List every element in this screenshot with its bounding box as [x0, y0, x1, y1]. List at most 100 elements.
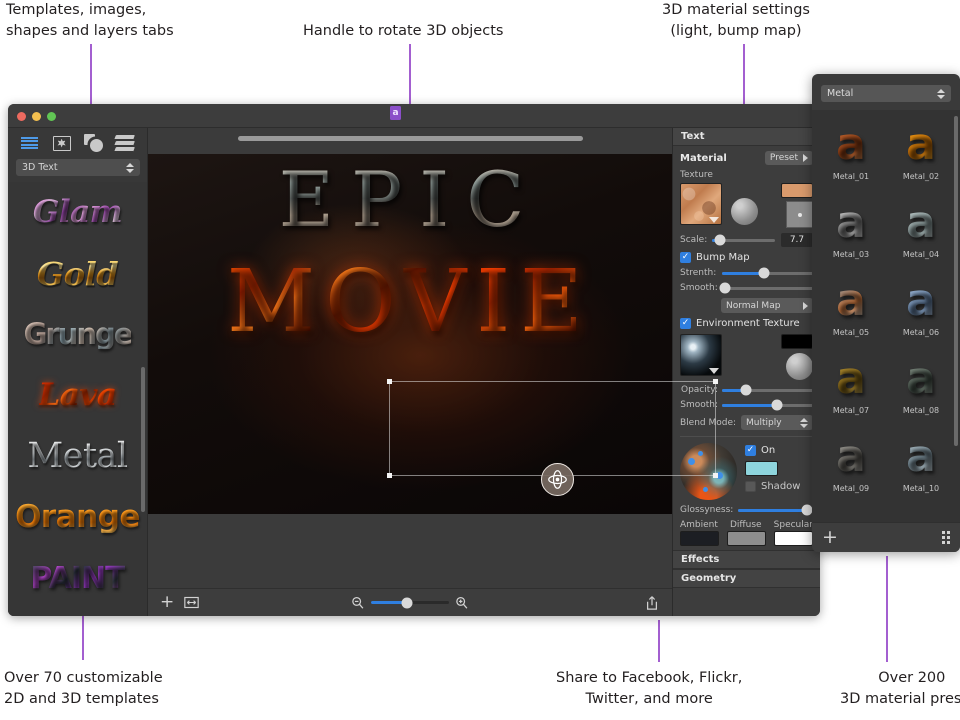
template-list[interactable]: Glam Gold Grunge Lava Metal Orange PAINT: [8, 182, 147, 616]
env-smooth-slider[interactable]: [722, 404, 813, 407]
add-object-button[interactable]: +: [160, 594, 174, 611]
sidebar-item-shapes[interactable]: [81, 133, 105, 153]
inspector-panel: Text Material Preset Texture: [672, 128, 820, 616]
callout-presets: Over 200 3D material presets: [840, 668, 960, 710]
leader-line-tabs: [90, 44, 92, 104]
environment-color-swatch[interactable]: [781, 334, 813, 349]
scale-slider[interactable]: [712, 239, 775, 242]
environment-sphere-preview[interactable]: [786, 353, 813, 380]
text-object-epic[interactable]: EPIC: [279, 162, 542, 238]
environment-thumbnail[interactable]: [680, 334, 722, 376]
sidebar-item-images[interactable]: [50, 133, 74, 153]
blend-mode-dropdown[interactable]: Multiply: [741, 415, 813, 430]
material-preset-item[interactable]: a Metal_06: [887, 272, 955, 349]
material-preset-item[interactable]: a Metal_10: [887, 428, 955, 505]
section-effects[interactable]: Effects: [673, 550, 820, 569]
light-on-checkbox[interactable]: [745, 445, 756, 456]
maximize-window-button[interactable]: [47, 112, 56, 121]
list-item[interactable]: Metal: [8, 426, 147, 487]
material-preset-item[interactable]: a: [817, 506, 885, 522]
material-preset-item[interactable]: a Metal_03: [817, 194, 885, 271]
rotate-3d-icon[interactable]: [541, 463, 574, 496]
list-item[interactable]: Lava: [8, 365, 147, 426]
resize-handle-top-left[interactable]: [387, 379, 392, 384]
preset-label: Metal_07: [833, 406, 869, 415]
specular-color-swatch[interactable]: [774, 531, 813, 546]
zoom-in-icon[interactable]: [455, 596, 469, 610]
bump-map-checkbox[interactable]: [680, 252, 691, 263]
material-preset-button[interactable]: Preset: [765, 151, 813, 165]
zoom-slider[interactable]: [371, 601, 449, 604]
light-color-swatch[interactable]: [745, 461, 778, 476]
texture-label: Texture: [680, 170, 713, 180]
texture-menu-icon[interactable]: [709, 217, 719, 223]
sidebar-item-templates[interactable]: [18, 133, 42, 153]
document-proxy-icon[interactable]: a: [390, 106, 401, 120]
material-preset-item[interactable]: a Metal_01: [817, 116, 885, 193]
blend-mode-value: Multiply: [746, 418, 800, 428]
texture-color-swatch[interactable]: [781, 183, 813, 198]
opacity-slider[interactable]: [722, 389, 813, 392]
glossyness-slider[interactable]: [738, 509, 813, 512]
light-on-label: On: [761, 445, 775, 456]
material-header: Material: [680, 153, 727, 164]
normal-map-label: Normal Map: [726, 301, 803, 311]
preset-thumbnail: a: [836, 116, 866, 174]
preset-label: Metal_03: [833, 250, 869, 259]
template-category-dropdown[interactable]: 3D Text: [16, 159, 140, 176]
close-window-button[interactable]: [17, 112, 26, 121]
environment-texture-checkbox[interactable]: [680, 318, 691, 329]
bump-smooth-slider[interactable]: [722, 287, 813, 290]
section-geometry[interactable]: Geometry: [673, 569, 820, 588]
normal-map-button[interactable]: Normal Map: [721, 298, 813, 313]
sidebar-item-layers[interactable]: [113, 133, 137, 153]
resize-handle-bottom-right[interactable]: [713, 473, 718, 478]
list-item[interactable]: Glam: [8, 182, 147, 243]
preset-category-dropdown[interactable]: Metal: [821, 85, 951, 102]
presets-scrollbar[interactable]: [954, 116, 958, 446]
material-preset-item[interactable]: a: [887, 506, 955, 522]
light-handle[interactable]: [703, 487, 708, 492]
scale-value[interactable]: 7.7: [781, 233, 813, 247]
zoom-slider-knob[interactable]: [401, 597, 412, 608]
template-label: Metal: [27, 439, 127, 474]
canvas-horizontal-scrollbar[interactable]: [238, 136, 583, 141]
material-preset-item[interactable]: a Metal_07: [817, 350, 885, 427]
callout-share: Share to Facebook, Flickr, Twitter, and …: [556, 668, 742, 710]
material-preset-item[interactable]: a Metal_05: [817, 272, 885, 349]
strength-slider[interactable]: [722, 272, 813, 275]
strength-label: Strenth:: [680, 268, 722, 278]
grid-view-icon[interactable]: [942, 531, 950, 544]
material-preset-item[interactable]: a Metal_02: [887, 116, 955, 193]
app-window: 3D Text Glam Gold Grunge Lava Metal Oran…: [8, 104, 820, 616]
list-item[interactable]: Gold: [8, 243, 147, 304]
preset-thumbnail: a: [836, 506, 866, 522]
list-item[interactable]: Orange: [8, 487, 147, 548]
ambient-label: Ambient: [680, 520, 718, 530]
share-icon[interactable]: [645, 595, 659, 611]
texture-thumbnail[interactable]: [680, 183, 722, 225]
resize-handle-top-right[interactable]: [713, 379, 718, 384]
chevron-updown-icon: [937, 89, 945, 99]
ambient-color-swatch[interactable]: [680, 531, 719, 546]
material-preset-item[interactable]: a Metal_08: [887, 350, 955, 427]
resize-handle-bottom-left[interactable]: [387, 473, 392, 478]
environment-menu-icon[interactable]: [709, 368, 719, 374]
zoom-out-icon[interactable]: [351, 596, 365, 610]
material-preset-item[interactable]: a Metal_04: [887, 194, 955, 271]
texture-sphere-preview[interactable]: [731, 198, 758, 225]
list-item[interactable]: PAINT: [8, 548, 147, 609]
diffuse-color-swatch[interactable]: [727, 531, 766, 546]
minimize-window-button[interactable]: [32, 112, 41, 121]
texture-tile-preview[interactable]: [786, 201, 813, 228]
text-object-movie[interactable]: MOVIE: [227, 259, 593, 345]
material-preset-item[interactable]: a Metal_09: [817, 428, 885, 505]
sidebar-scrollbar[interactable]: [141, 367, 145, 512]
material-presets-grid[interactable]: a Metal_01 a Metal_02 a Metal_03 a Metal…: [812, 110, 960, 522]
list-item[interactable]: Grunge: [8, 304, 147, 365]
shadow-checkbox[interactable]: [745, 481, 756, 492]
material-section: Material Preset Texture: [673, 146, 820, 546]
fit-to-screen-icon[interactable]: [184, 596, 199, 609]
preset-label: Metal_09: [833, 484, 869, 493]
add-preset-button[interactable]: +: [822, 528, 838, 547]
